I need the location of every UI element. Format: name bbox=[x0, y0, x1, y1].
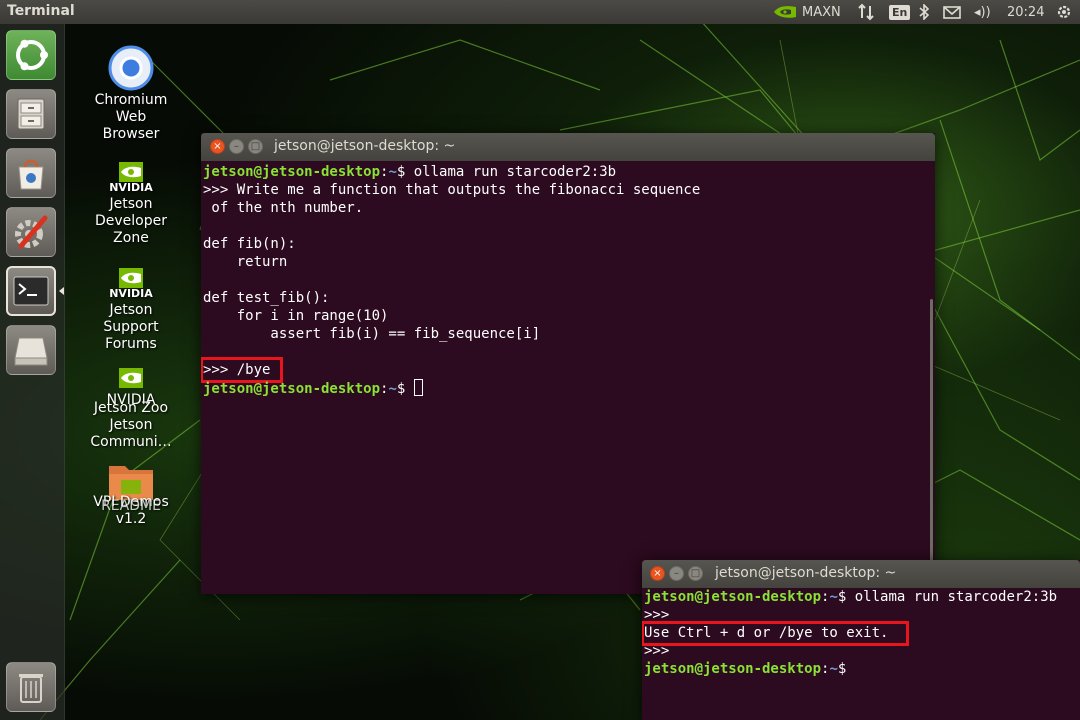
close-button[interactable]: × bbox=[650, 566, 665, 581]
nvidia-logo-text: NVIDIA bbox=[109, 287, 153, 300]
launcher-ubuntu-dash[interactable] bbox=[6, 30, 56, 80]
desktop-icon-jetson-zoo[interactable]: NVIDIA Jetson Zoo Jetson Communi… bbox=[86, 366, 176, 470]
bluetooth-indicator[interactable] bbox=[918, 0, 930, 24]
terminal-main-titlebar[interactable]: × – □ jetson@jetson-desktop: ~ bbox=[201, 133, 935, 161]
terminal-line: of the nth number. bbox=[203, 200, 364, 216]
jetson-zoo-label-2: Jetson Zoo bbox=[93, 400, 169, 416]
nvidia-logo-text: NVIDIA bbox=[109, 181, 153, 194]
terminal-line: jetson@jetson-desktop:~$ ollama run star… bbox=[203, 163, 616, 181]
volume-icon: ◂)) bbox=[974, 4, 991, 20]
wrench-gear-icon bbox=[15, 215, 48, 249]
command-text bbox=[405, 381, 413, 397]
desktop-icon-jetson-developer-zone[interactable]: NVIDIA Jetson Developer Zone bbox=[86, 160, 176, 247]
prompt-path: ~ bbox=[388, 381, 397, 397]
mail-icon bbox=[943, 5, 961, 19]
file-cabinet-icon bbox=[17, 98, 45, 130]
launcher-software-center[interactable] bbox=[6, 148, 56, 198]
power-mode-label: MAXN bbox=[802, 4, 841, 20]
prompt-user: jetson@jetson-desktop bbox=[644, 661, 822, 677]
chromium-label-3: Browser bbox=[102, 126, 160, 142]
active-app-indicator bbox=[59, 287, 64, 295]
launcher-drive[interactable] bbox=[6, 325, 56, 375]
network-arrows-icon bbox=[858, 3, 874, 21]
terminal-main-title: jetson@jetson-desktop: ~ bbox=[274, 138, 456, 154]
desktop-icon-vpi-demos[interactable]: VPI Demos v1.2 README bbox=[86, 460, 176, 553]
jetson-developer-zone-label-1: Jetson bbox=[109, 196, 153, 212]
launcher-files[interactable] bbox=[6, 89, 56, 139]
launcher-trash[interactable] bbox=[6, 662, 56, 712]
jetson-support-forums-label-1: Jetson bbox=[109, 302, 153, 318]
network-indicator[interactable] bbox=[857, 0, 875, 24]
terminal-window-main[interactable]: × – □ jetson@jetson-desktop: ~ jetson@je… bbox=[201, 133, 935, 594]
prompt-path: ~ bbox=[829, 661, 838, 677]
clock-time: 20:24 bbox=[1007, 4, 1045, 20]
jetson-zoo-label-4: Communi… bbox=[90, 434, 172, 450]
shopping-bag-icon bbox=[18, 159, 44, 190]
command-text: ollama run starcoder2:3b bbox=[405, 164, 617, 180]
desktop-icon-chromium[interactable]: Chromium Web Browser bbox=[86, 44, 176, 143]
terminal-icon bbox=[13, 276, 49, 306]
bluetooth-icon bbox=[919, 4, 930, 20]
maximize-button[interactable]: □ bbox=[248, 139, 263, 154]
terminal-line: assert fib(i) == fib_sequence[i] bbox=[203, 326, 541, 342]
nvidia-power-indicator[interactable]: MAXN bbox=[772, 0, 841, 24]
prompt-user: jetson@jetson-desktop bbox=[203, 381, 381, 397]
terminal-line: >>> Write me a function that outputs the… bbox=[203, 182, 701, 198]
prompt-path: ~ bbox=[829, 589, 838, 605]
nvidia-icon: NVIDIA bbox=[109, 266, 153, 302]
vpi-demos-label-3: README bbox=[101, 498, 161, 514]
terminal-line: jetson@jetson-desktop:~$ ollama run star… bbox=[644, 588, 1057, 606]
minimize-button[interactable]: – bbox=[669, 566, 684, 581]
launcher-system-settings[interactable] bbox=[6, 207, 56, 257]
terminal-line: jetson@jetson-desktop:~$ bbox=[203, 379, 423, 397]
terminal-secondary-title: jetson@jetson-desktop: ~ bbox=[715, 565, 897, 581]
nvidia-icon bbox=[774, 6, 796, 18]
text-cursor bbox=[413, 379, 423, 396]
session-indicator[interactable] bbox=[1056, 0, 1072, 24]
terminal-line: def fib(n): bbox=[203, 236, 296, 252]
terminal-secondary-titlebar[interactable]: × – □ jetson@jetson-desktop: ~ bbox=[642, 560, 1080, 588]
ubuntu-logo-icon bbox=[16, 39, 48, 71]
close-button[interactable]: × bbox=[210, 139, 225, 154]
prompt-user: jetson@jetson-desktop bbox=[644, 589, 822, 605]
jetson-developer-zone-label-3: Zone bbox=[113, 230, 149, 246]
terminal-window-secondary[interactable]: × – □ jetson@jetson-desktop: ~ jetson@je… bbox=[642, 560, 1080, 720]
prompt-user: jetson@jetson-desktop bbox=[203, 164, 381, 180]
prompt-path: ~ bbox=[388, 164, 397, 180]
prompt-dollar: $ bbox=[837, 661, 847, 677]
chromium-icon bbox=[108, 45, 154, 91]
highlight-box-exit-hint bbox=[642, 621, 909, 646]
jetson-support-forums-label-3: Forums bbox=[105, 336, 157, 352]
nvidia-icon: NVIDIA bbox=[109, 160, 153, 196]
keyboard-indicator[interactable]: En bbox=[889, 0, 911, 24]
minimize-button[interactable]: – bbox=[229, 139, 244, 154]
terminal-secondary-body[interactable]: jetson@jetson-desktop:~$ ollama run star… bbox=[642, 588, 1080, 720]
maximize-button[interactable]: □ bbox=[688, 566, 703, 581]
terminal-main-body[interactable]: jetson@jetson-desktop:~$ ollama run star… bbox=[201, 161, 935, 594]
trash-icon bbox=[19, 674, 43, 703]
jetson-developer-zone-label-2: Developer bbox=[94, 213, 167, 229]
volume-indicator[interactable]: ◂)) bbox=[974, 0, 991, 24]
desktop-icon-jetson-support-forums[interactable]: NVIDIA Jetson Support Forums bbox=[86, 266, 176, 353]
gear-icon bbox=[1057, 5, 1071, 19]
command-text: ollama run starcoder2:3b bbox=[846, 589, 1058, 605]
clock[interactable]: 20:24 bbox=[1007, 0, 1044, 24]
keyboard-lang-badge: En bbox=[889, 4, 911, 20]
jetson-zoo-label-3: Jetson bbox=[109, 417, 153, 433]
terminal-line: >>> bbox=[644, 643, 670, 659]
terminal-main-scrollbar[interactable] bbox=[930, 299, 933, 584]
messaging-indicator[interactable] bbox=[943, 0, 961, 24]
active-app-title: Terminal bbox=[7, 3, 75, 19]
launcher bbox=[0, 24, 65, 720]
terminal-line: return bbox=[203, 254, 288, 270]
terminal-line: def test_fib(): bbox=[203, 290, 330, 306]
drive-icon bbox=[14, 337, 48, 366]
chromium-label-2: Web bbox=[115, 109, 147, 125]
jetson-support-forums-label-2: Support bbox=[103, 319, 159, 335]
terminal-line: jetson@jetson-desktop:~$ bbox=[644, 660, 846, 678]
launcher-terminal[interactable] bbox=[6, 266, 56, 316]
top-panel: Terminal MAXN En ◂)) 20:24 bbox=[0, 0, 1080, 24]
chromium-label-1: Chromium bbox=[94, 92, 168, 108]
terminal-line: for i in range(10) bbox=[203, 308, 389, 324]
